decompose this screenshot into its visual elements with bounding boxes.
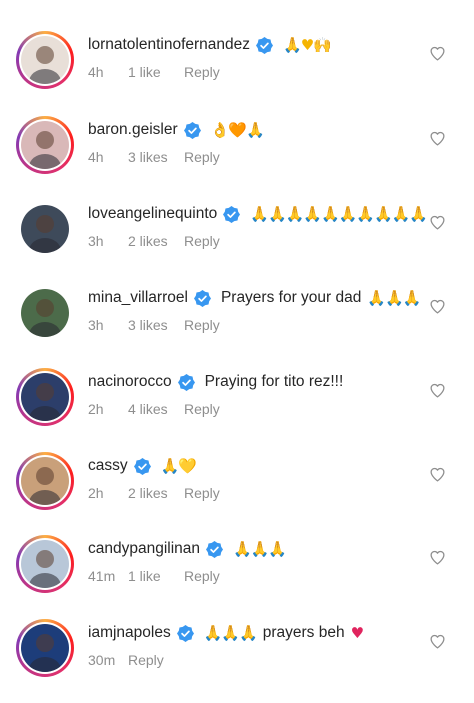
like-heart-icon[interactable] [429,298,446,315]
like-heart-icon[interactable] [429,633,446,650]
comment-emoji: 🙏🙏🙏 [203,624,258,642]
username-link[interactable]: lornatolentinofernandez [88,34,250,56]
like-heart-icon[interactable] [429,214,446,231]
comment-content: lornatolentinofernandez 🙏♥🙌 4h 1 like Reply [88,34,422,80]
username-link[interactable]: candypangilinan [88,538,200,560]
comment-timestamp: 30m [88,652,116,668]
comment-content: candypangilinan 🙏🙏🙏 41m 1 like Reply [88,538,422,584]
comment-text: prayers beh [262,624,345,641]
reply-button[interactable]: Reply [128,652,164,668]
comment-timestamp: 4h [88,149,104,165]
username-link[interactable]: iamjnapoles [88,622,171,644]
comment-content: nacinorocco Praying for tito rez!!! 2h 4 li… [88,371,422,417]
reply-button[interactable]: Reply [184,401,220,417]
like-heart-icon[interactable] [429,130,446,147]
comment-emoji: 🙏♥🙌 [283,36,332,54]
username-link[interactable]: cassy [88,455,128,477]
comment-content: loveangelinequinto 🙏🙏🙏🙏🙏🙏🙏🙏🙏🙏 3h 2 likes Rep… [88,203,428,249]
verified-badge-icon [183,121,201,139]
comment-content: cassy 🙏💛 2h 2 likes Reply [88,455,422,501]
likes-count[interactable]: 1 like [128,64,184,80]
reply-button[interactable]: Reply [184,149,220,165]
comment-timestamp: 2h [88,485,104,501]
reply-button[interactable]: Reply [184,568,220,584]
like-heart-icon[interactable] [429,382,446,399]
story-ring[interactable] [16,284,74,342]
likes-count[interactable]: 2 likes [128,485,184,501]
comment-content: iamjnapoles 🙏🙏🙏 prayers beh ♥ 30m Reply [88,622,422,668]
verified-badge-icon [256,36,274,54]
likes-count[interactable]: 1 like [128,568,184,584]
like-heart-icon[interactable] [429,45,446,62]
comment-emoji: ♥ [350,624,364,642]
verified-badge-icon [223,205,241,223]
story-ring[interactable] [16,619,74,677]
reply-button[interactable]: Reply [184,485,220,501]
comment-emoji: 👌🧡🙏 [210,121,265,139]
story-ring[interactable] [16,368,74,426]
comment-timestamp: 2h [88,401,104,417]
reply-button[interactable]: Reply [184,317,220,333]
comment-timestamp: 3h [88,317,104,333]
story-ring[interactable] [16,31,74,89]
verified-badge-icon [193,289,211,307]
comment-text: Prayers for your dad [220,289,362,306]
username-link[interactable]: baron.geisler [88,119,178,141]
comment-content: mina_villarroel Prayers for your dad 🙏🙏🙏 3h… [88,287,422,333]
story-ring[interactable] [16,535,74,593]
comment-item: cassy 🙏💛 2h 2 likes Reply [0,452,474,536]
story-ring[interactable] [16,200,74,258]
username-link[interactable]: nacinorocco [88,371,172,393]
comment-timestamp: 3h [88,233,104,249]
comment-item: iamjnapoles 🙏🙏🙏 prayers beh ♥ 30m Reply [0,619,474,703]
comment-emoji: 🙏🙏🙏🙏🙏🙏🙏🙏🙏🙏 [250,205,428,223]
likes-count[interactable]: 3 likes [128,317,184,333]
comments-list: lornatolentinofernandez 🙏♥🙌 4h 1 like Reply b… [0,0,474,699]
verified-badge-icon [177,373,195,391]
story-ring[interactable] [16,452,74,510]
avatar[interactable] [21,373,69,421]
comment-timestamp: 4h [88,64,104,80]
avatar[interactable] [21,121,69,169]
username-link[interactable]: loveangelinequinto [88,203,217,225]
like-heart-icon[interactable] [429,549,446,566]
comment-item: nacinorocco Praying for tito rez!!! 2h 4 li… [0,368,474,452]
verified-badge-icon [133,457,151,475]
comment-item: candypangilinan 🙏🙏🙏 41m 1 like Reply [0,535,474,619]
verified-badge-icon [176,624,194,642]
like-heart-icon[interactable] [429,466,446,483]
avatar[interactable] [21,205,69,253]
comment-item: baron.geisler 👌🧡🙏 4h 3 likes Reply [0,116,474,200]
comment-item: mina_villarroel Prayers for your dad 🙏🙏🙏 3h… [0,284,474,368]
comment-item: lornatolentinofernandez 🙏♥🙌 4h 1 like Reply [0,31,474,115]
story-ring[interactable] [16,116,74,174]
avatar[interactable] [21,457,69,505]
avatar[interactable] [21,289,69,337]
reply-button[interactable]: Reply [184,233,220,249]
likes-count[interactable]: 2 likes [128,233,184,249]
verified-badge-icon [206,540,224,558]
likes-count[interactable]: 4 likes [128,401,184,417]
comment-item: loveangelinequinto 🙏🙏🙏🙏🙏🙏🙏🙏🙏🙏 3h 2 likes Rep… [0,200,474,284]
comment-timestamp: 41m [88,568,116,584]
comment-emoji: 🙏🙏🙏 [367,289,421,307]
avatar[interactable] [21,624,69,672]
avatar[interactable] [21,540,69,588]
likes-count[interactable]: 3 likes [128,149,184,165]
username-link[interactable]: mina_villarroel [88,287,188,309]
comment-content: baron.geisler 👌🧡🙏 4h 3 likes Reply [88,119,422,165]
avatar[interactable] [21,36,69,84]
comment-emoji: 🙏🙏🙏 [233,540,287,558]
comment-text: Praying for tito rez!!! [204,373,344,390]
reply-button[interactable]: Reply [184,64,220,80]
comment-emoji: 🙏💛 [160,457,197,475]
